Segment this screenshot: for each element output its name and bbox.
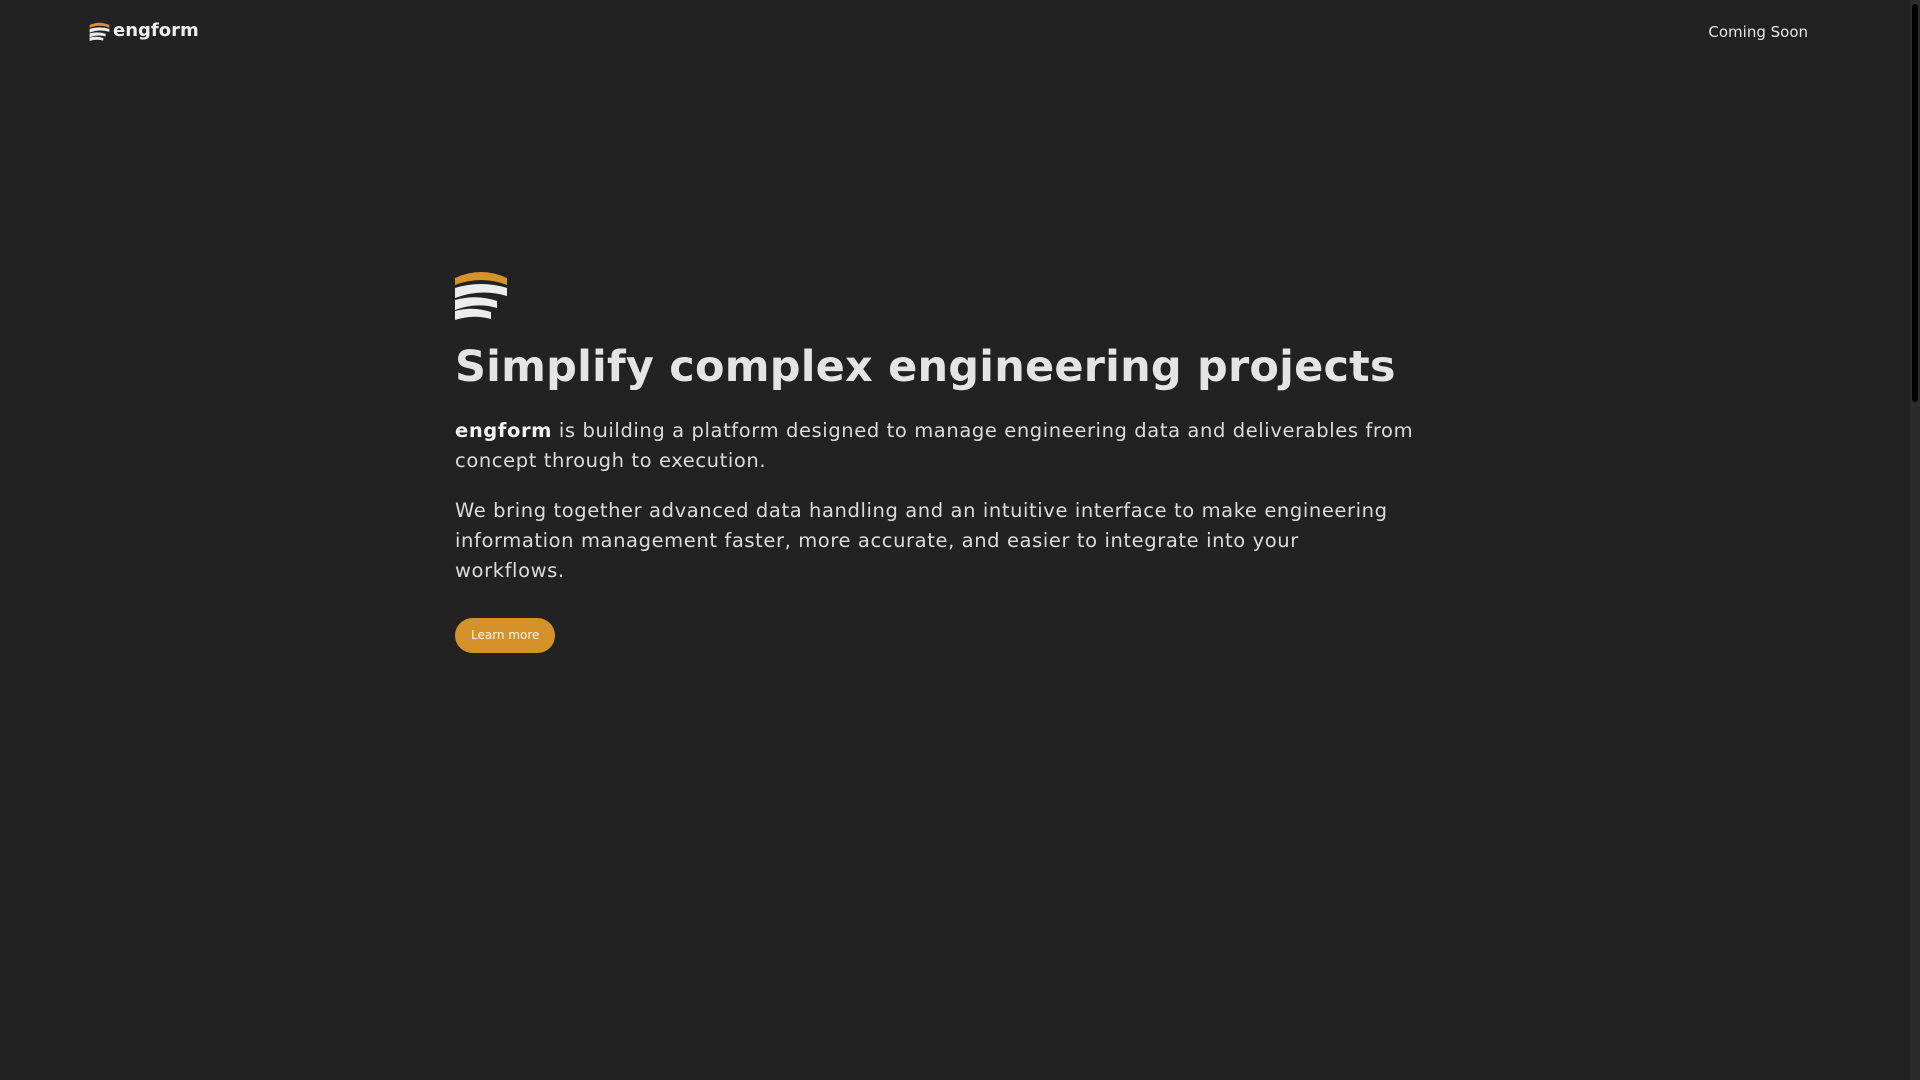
scrollbar-thumb[interactable] bbox=[1912, 4, 1918, 402]
vertical-scrollbar[interactable] bbox=[1910, 0, 1920, 1080]
intro-brand-name: engform bbox=[455, 419, 553, 442]
coming-soon-link[interactable]: Coming Soon bbox=[1708, 22, 1808, 42]
hero-second-paragraph: We bring together advanced data handling… bbox=[455, 499, 1388, 582]
brand-name: engform bbox=[113, 20, 199, 41]
hero-title: Simplify complex engineering projects bbox=[455, 342, 1396, 392]
hero-section: Simplify complex engineering projects en… bbox=[455, 270, 1415, 653]
stacked-layers-logo-icon bbox=[89, 22, 110, 41]
intro-text: is building a platform designed to manag… bbox=[455, 419, 1414, 472]
page: engform Coming Soon Simplify complex eng… bbox=[0, 0, 1920, 1080]
top-nav: engform Coming Soon bbox=[0, 0, 1910, 64]
hero-logo-icon bbox=[455, 270, 1415, 320]
hero-intro-paragraph: engform is building a platform designed … bbox=[455, 416, 1415, 476]
learn-more-button[interactable]: Learn more bbox=[455, 618, 556, 653]
brand-home-link[interactable]: engform bbox=[89, 20, 199, 42]
